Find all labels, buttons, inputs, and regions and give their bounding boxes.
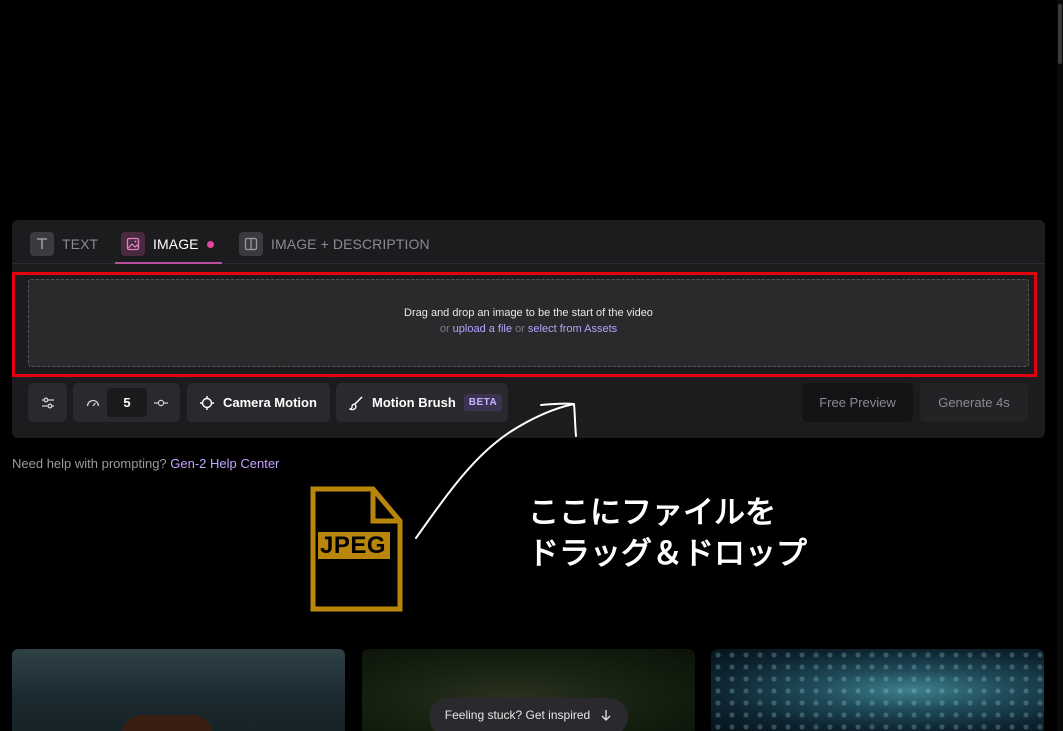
thumbnail-shoe xyxy=(122,715,212,731)
drag-drop-note: ここにファイルを ドラッグ＆ドロップ xyxy=(528,493,807,575)
jpeg-label: JPEG xyxy=(320,532,387,559)
thumbnail-texture xyxy=(711,649,1044,731)
get-inspired-button[interactable]: Feeling stuck? Get inspired xyxy=(429,698,628,731)
inspire-label: Feeling stuck? Get inspired xyxy=(444,708,591,722)
example-thumbnail[interactable] xyxy=(711,649,1044,731)
note-line-2: ドラッグ＆ドロップ xyxy=(528,536,807,572)
jpeg-file-icon: JPEG xyxy=(309,485,404,618)
example-thumbnail[interactable] xyxy=(12,649,345,731)
arrow-down-icon xyxy=(601,710,611,721)
note-line-1: ここにファイルを xyxy=(528,495,776,531)
annotation-arrow xyxy=(415,402,577,539)
